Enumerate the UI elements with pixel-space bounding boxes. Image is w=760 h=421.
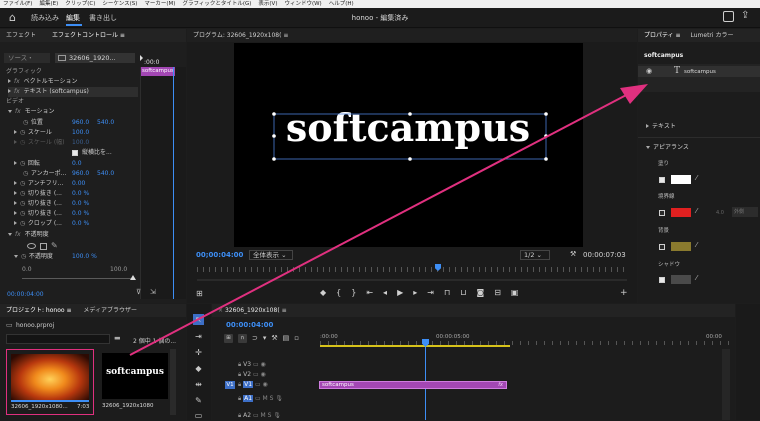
annotation-overlay [129,84,648,356]
annotation-arrow-head [620,84,648,104]
annotation-arrow-line [129,91,633,356]
